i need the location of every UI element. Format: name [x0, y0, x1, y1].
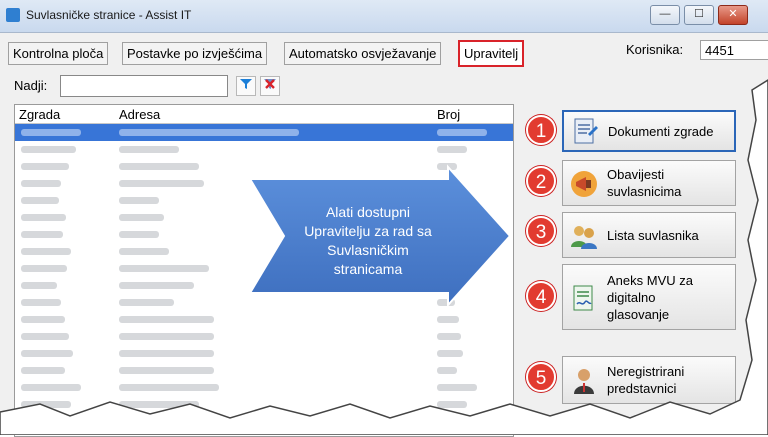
torn-edge-decoration: [0, 79, 768, 435]
application-window: Suvlasničke stranice - Assist IT — ☐ ✕ K…: [0, 0, 768, 437]
